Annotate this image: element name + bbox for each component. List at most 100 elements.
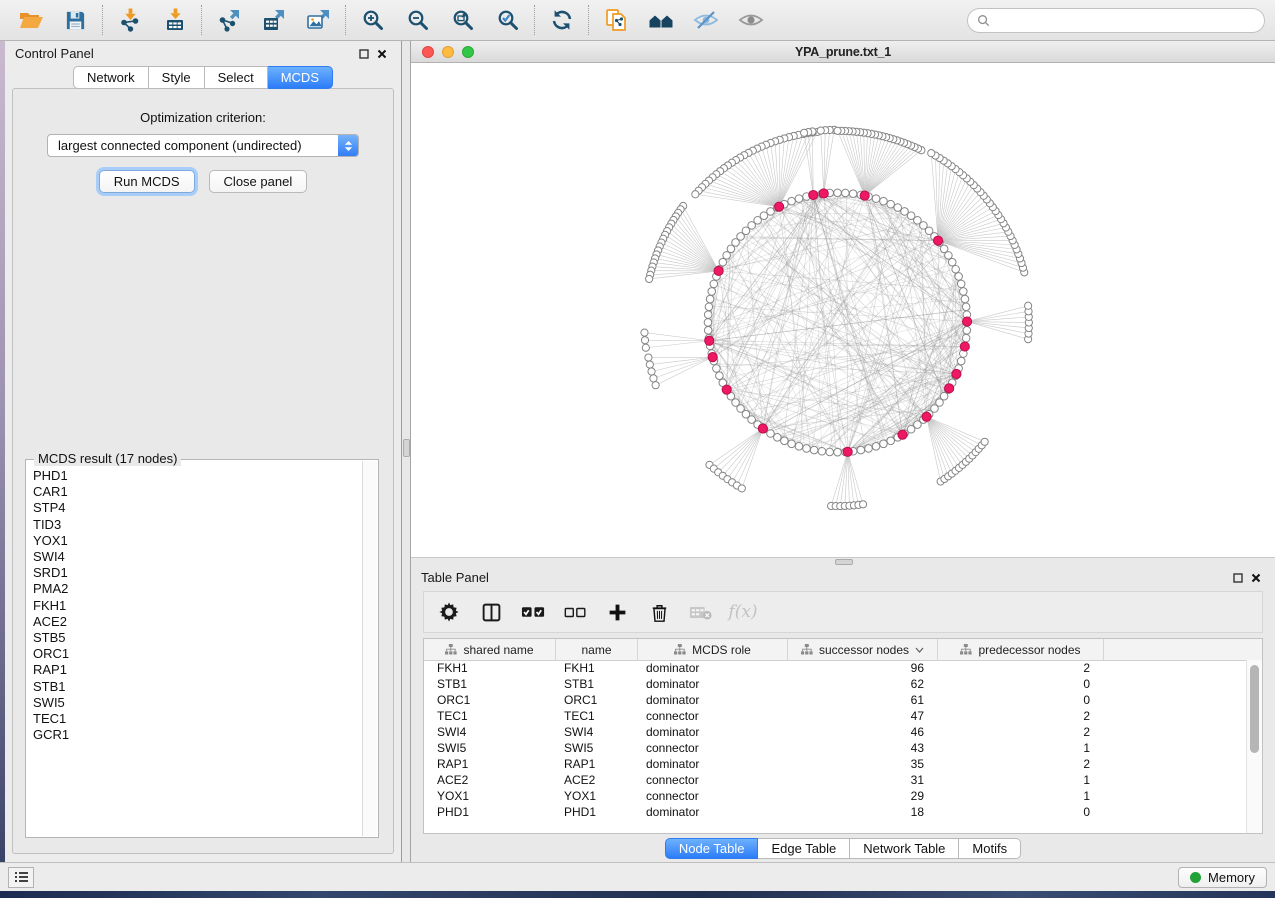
close-table-panel-icon[interactable] bbox=[1247, 573, 1265, 583]
save-button[interactable] bbox=[53, 3, 98, 37]
horizontal-splitter-handle[interactable] bbox=[835, 559, 853, 565]
export-table-button[interactable] bbox=[251, 3, 296, 37]
delete-table-icon bbox=[689, 603, 713, 622]
mcds-result-item[interactable]: GCR1 bbox=[27, 727, 362, 743]
float-table-panel-icon[interactable] bbox=[1229, 573, 1247, 583]
table-row[interactable]: STB1STB1dominator620 bbox=[424, 676, 1247, 692]
mcds-result-item[interactable]: FKH1 bbox=[27, 598, 362, 614]
column-header-predecessor-nodes[interactable]: predecessor nodes bbox=[938, 639, 1104, 660]
mcds-result-item[interactable]: SRD1 bbox=[27, 565, 362, 581]
refresh-button[interactable] bbox=[539, 3, 584, 37]
hide-selected-button[interactable] bbox=[683, 3, 728, 37]
close-panel-button[interactable]: Close panel bbox=[209, 170, 308, 193]
table-row[interactable]: ORC1ORC1dominator610 bbox=[424, 692, 1247, 708]
vertical-splitter-handle[interactable] bbox=[403, 439, 410, 457]
trash-button[interactable] bbox=[642, 596, 676, 628]
run-mcds-button[interactable]: Run MCDS bbox=[99, 170, 195, 193]
deselect-all-button[interactable] bbox=[558, 596, 592, 628]
table-cell: RAP1 bbox=[556, 757, 638, 771]
copy-view-button[interactable] bbox=[593, 3, 638, 37]
table-row[interactable]: SWI5SWI5connector431 bbox=[424, 740, 1247, 756]
mcds-result-item[interactable]: STB5 bbox=[27, 630, 362, 646]
gear-icon bbox=[438, 601, 460, 623]
column-header-successor-nodes[interactable]: successor nodes bbox=[788, 639, 938, 660]
zoom-out-button[interactable] bbox=[395, 3, 440, 37]
close-panel-icon[interactable] bbox=[373, 49, 391, 59]
table-row[interactable]: ACE2ACE2connector311 bbox=[424, 772, 1247, 788]
mcds-result-item[interactable]: ORC1 bbox=[27, 646, 362, 662]
select-all-button[interactable] bbox=[516, 596, 550, 628]
zoom-selected-button[interactable] bbox=[485, 3, 530, 37]
table-row[interactable]: RAP1RAP1dominator352 bbox=[424, 756, 1247, 772]
table-cell: ORC1 bbox=[556, 693, 638, 707]
add-button[interactable] bbox=[600, 596, 634, 628]
mcds-result-item[interactable]: TID3 bbox=[27, 517, 362, 533]
mcds-result-item[interactable]: ACE2 bbox=[27, 614, 362, 630]
mcds-result-item[interactable]: SWI5 bbox=[27, 695, 362, 711]
import-network-button[interactable] bbox=[107, 3, 152, 37]
float-panel-icon[interactable] bbox=[355, 49, 373, 59]
table-tab-network-table[interactable]: Network Table bbox=[850, 838, 959, 859]
zoom-in-button[interactable] bbox=[350, 3, 395, 37]
table-cell: 2 bbox=[938, 725, 1104, 739]
table-tab-motifs[interactable]: Motifs bbox=[959, 838, 1021, 859]
memory-button[interactable]: Memory bbox=[1178, 867, 1267, 888]
optimization-criterion-select[interactable]: largest connected component (undirected) bbox=[47, 134, 359, 157]
vertical-splitter[interactable] bbox=[402, 41, 411, 862]
search-input[interactable] bbox=[996, 12, 1255, 28]
table-row[interactable]: FKH1FKH1dominator962 bbox=[424, 660, 1247, 676]
table-row[interactable]: YOX1YOX1connector291 bbox=[424, 788, 1247, 804]
table-row[interactable]: TEC1TEC1connector472 bbox=[424, 708, 1247, 724]
maximize-window-icon[interactable] bbox=[462, 46, 474, 58]
network-canvas[interactable] bbox=[411, 63, 1275, 557]
fx-button[interactable]: f(x) bbox=[726, 596, 760, 628]
export-image-button[interactable] bbox=[296, 3, 341, 37]
minimize-window-icon[interactable] bbox=[442, 46, 454, 58]
table-tabs: Node TableEdge TableNetwork TableMotifs bbox=[411, 834, 1275, 862]
tab-select[interactable]: Select bbox=[205, 66, 268, 89]
mcds-result-scrollbar[interactable] bbox=[362, 461, 377, 836]
mcds-result-item[interactable]: STB1 bbox=[27, 679, 362, 695]
tab-mcds[interactable]: MCDS bbox=[268, 66, 333, 89]
table-row[interactable]: SWI4SWI4dominator462 bbox=[424, 724, 1247, 740]
column-header-mcds-role[interactable]: MCDS role bbox=[638, 639, 788, 660]
mcds-result-item[interactable]: PHD1 bbox=[27, 468, 362, 484]
mcds-result-item[interactable]: CAR1 bbox=[27, 484, 362, 500]
first-neighbors-button[interactable] bbox=[638, 3, 683, 37]
columns-button[interactable] bbox=[474, 596, 508, 628]
mcds-result-item[interactable]: YOX1 bbox=[27, 533, 362, 549]
horizontal-splitter[interactable] bbox=[411, 557, 1275, 565]
table-cell: 1 bbox=[938, 741, 1104, 755]
mcds-result-list[interactable]: PHD1CAR1STP4TID3YOX1SWI4SRD1PMA2FKH1ACE2… bbox=[27, 468, 362, 836]
export-image-icon bbox=[306, 8, 331, 32]
table-scrollbar[interactable] bbox=[1246, 660, 1262, 833]
tab-style[interactable]: Style bbox=[149, 66, 205, 89]
column-header-shared-name[interactable]: shared name bbox=[424, 639, 556, 660]
table-tab-node-table[interactable]: Node Table bbox=[665, 838, 759, 859]
gear-button[interactable] bbox=[432, 596, 466, 628]
table-tab-edge-table[interactable]: Edge Table bbox=[758, 838, 850, 859]
mcds-result-item[interactable]: RAP1 bbox=[27, 662, 362, 678]
mcds-result-item[interactable]: SWI4 bbox=[27, 549, 362, 565]
show-console-button[interactable] bbox=[8, 867, 34, 888]
table-row[interactable]: PHD1PHD1dominator180 bbox=[424, 804, 1247, 820]
table-cell: dominator bbox=[638, 805, 788, 819]
open-button[interactable] bbox=[8, 3, 53, 37]
tab-network[interactable]: Network bbox=[73, 66, 149, 89]
open-icon bbox=[18, 9, 44, 31]
column-header-name[interactable]: name bbox=[556, 639, 638, 660]
table-cell: ORC1 bbox=[424, 693, 556, 707]
delete-table-button[interactable] bbox=[684, 596, 718, 628]
table-cell: SWI5 bbox=[556, 741, 638, 755]
show-all-button[interactable] bbox=[728, 3, 773, 37]
export-network-button[interactable] bbox=[206, 3, 251, 37]
zoom-fit-button[interactable] bbox=[440, 3, 485, 37]
mcds-result-item[interactable]: PMA2 bbox=[27, 581, 362, 597]
table-cell: dominator bbox=[638, 677, 788, 691]
mcds-result-item[interactable]: TEC1 bbox=[27, 711, 362, 727]
close-window-icon[interactable] bbox=[422, 46, 434, 58]
table-scrollbar-thumb[interactable] bbox=[1250, 665, 1259, 753]
search-box[interactable] bbox=[967, 8, 1265, 33]
mcds-result-item[interactable]: STP4 bbox=[27, 500, 362, 516]
import-table-button[interactable] bbox=[152, 3, 197, 37]
